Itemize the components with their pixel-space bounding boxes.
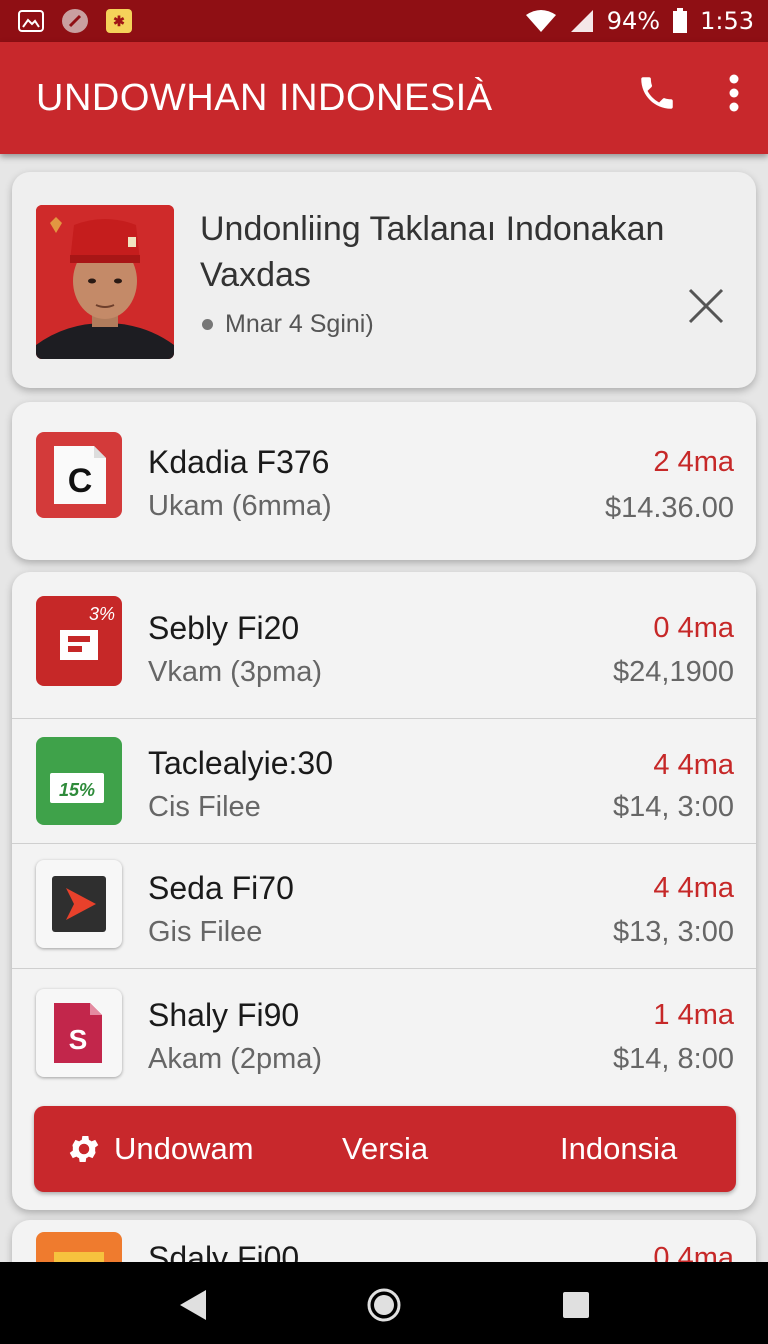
item-title: Sebly Fi20 bbox=[148, 610, 300, 646]
clock: 1:53 bbox=[700, 7, 754, 35]
item-price: $14.36.00 bbox=[604, 492, 734, 524]
item-time: 4 4ma bbox=[653, 872, 734, 904]
notification-card[interactable]: Undonliing Taklanaı Indonakan Vaxdas Mna… bbox=[12, 172, 756, 388]
undowam-button[interactable]: Undowam bbox=[66, 1106, 254, 1192]
indonsia-button[interactable]: Indonsia bbox=[560, 1106, 677, 1192]
item-title: Shaly Fi90 bbox=[148, 997, 300, 1033]
notification-subtitle: Mnar 4 Sgini) bbox=[202, 310, 374, 339]
app-title: UNDOWHAN INDONESIÀ bbox=[36, 76, 493, 119]
status-bar: ✱ 94% 1:53 bbox=[0, 0, 768, 42]
versia-label: Versia bbox=[342, 1131, 429, 1166]
svg-text:S: S bbox=[69, 1024, 88, 1055]
battery-percent: 94% bbox=[606, 7, 661, 35]
list-card-main: 3% Sebly Fi20 Vkam (3pma) 0 4ma $24,1900… bbox=[12, 572, 756, 1210]
item-time: 4 4ma bbox=[653, 749, 734, 781]
item-subtitle: Vkam (3pma) bbox=[148, 656, 323, 688]
wifi-icon bbox=[525, 10, 556, 32]
item-price: $13, 3:00 bbox=[613, 916, 734, 948]
item-title: Seda Fi70 bbox=[148, 870, 294, 906]
item-price: $14, 8:00 bbox=[613, 1043, 734, 1075]
document-s-icon: S bbox=[36, 989, 122, 1077]
avatar bbox=[36, 205, 174, 359]
list-item[interactable]: 15% Taclealyie:30 Cis Filee 4 4ma $14, 3… bbox=[12, 718, 756, 843]
notification-subtitle-text: Mnar 4 Sgini) bbox=[225, 310, 374, 338]
versia-button[interactable]: Versia bbox=[342, 1106, 428, 1192]
item-subtitle: Gis Filee bbox=[148, 916, 263, 948]
notification-title: Undonliing Taklanaı Indonakan Vaxdas bbox=[200, 210, 665, 294]
item-price: $14, 3:00 bbox=[613, 791, 734, 823]
indonsia-label: Indonsia bbox=[560, 1131, 678, 1166]
list-card-top: C Kdadia F376 Ukam (6mma) 2 4ma $14.36.0… bbox=[12, 402, 756, 560]
undowam-label: Undowam bbox=[114, 1131, 254, 1166]
navigation-bar bbox=[0, 1262, 768, 1344]
list-item[interactable]: 3% Sebly Fi20 Vkam (3pma) 0 4ma $24,1900 bbox=[12, 572, 756, 718]
item-time: 0 4ma bbox=[653, 612, 734, 644]
app-bar: UNDOWHAN INDONESIÀ bbox=[0, 42, 768, 154]
item-price: $24,1900 bbox=[613, 656, 734, 688]
item-title: Taclealyie:30 bbox=[148, 745, 333, 781]
status-dot bbox=[202, 319, 213, 330]
signal-icon bbox=[570, 10, 593, 32]
spreadsheet-icon: 15% bbox=[36, 737, 122, 825]
item-time: 2 4ma bbox=[653, 446, 734, 478]
svg-text:3%: 3% bbox=[89, 604, 115, 624]
item-title: Kdadia F376 bbox=[148, 444, 330, 480]
app-icon: ✱ bbox=[106, 9, 132, 33]
phone-icon[interactable] bbox=[636, 72, 678, 114]
home-icon[interactable] bbox=[366, 1287, 402, 1323]
action-bar: Undowam Versia Indonsia bbox=[34, 1106, 736, 1192]
battery-icon bbox=[673, 8, 688, 33]
settings-icon bbox=[62, 9, 88, 33]
more-vert-icon[interactable] bbox=[728, 73, 740, 113]
list-item[interactable]: Seda Fi70 Gis Filee 4 4ma $13, 3:00 bbox=[12, 843, 756, 968]
item-subtitle: Ukam (6mma) bbox=[148, 490, 332, 522]
list-item[interactable]: C Kdadia F376 Ukam (6mma) 2 4ma $14.36.0… bbox=[12, 402, 756, 560]
gear-icon bbox=[69, 1135, 99, 1163]
document-c-icon: C bbox=[36, 432, 122, 518]
svg-text:15%: 15% bbox=[59, 780, 95, 800]
sale-tag-icon: 3% bbox=[36, 596, 122, 686]
play-icon bbox=[36, 860, 122, 948]
gallery-icon bbox=[18, 10, 44, 32]
svg-text:C: C bbox=[68, 462, 93, 500]
item-subtitle: Cis Filee bbox=[148, 791, 261, 823]
item-time: 1 4ma bbox=[653, 999, 734, 1031]
close-icon[interactable] bbox=[686, 286, 726, 326]
back-icon[interactable] bbox=[178, 1288, 208, 1322]
recents-icon[interactable] bbox=[562, 1291, 590, 1319]
item-subtitle: Akam (2pma) bbox=[148, 1043, 323, 1075]
